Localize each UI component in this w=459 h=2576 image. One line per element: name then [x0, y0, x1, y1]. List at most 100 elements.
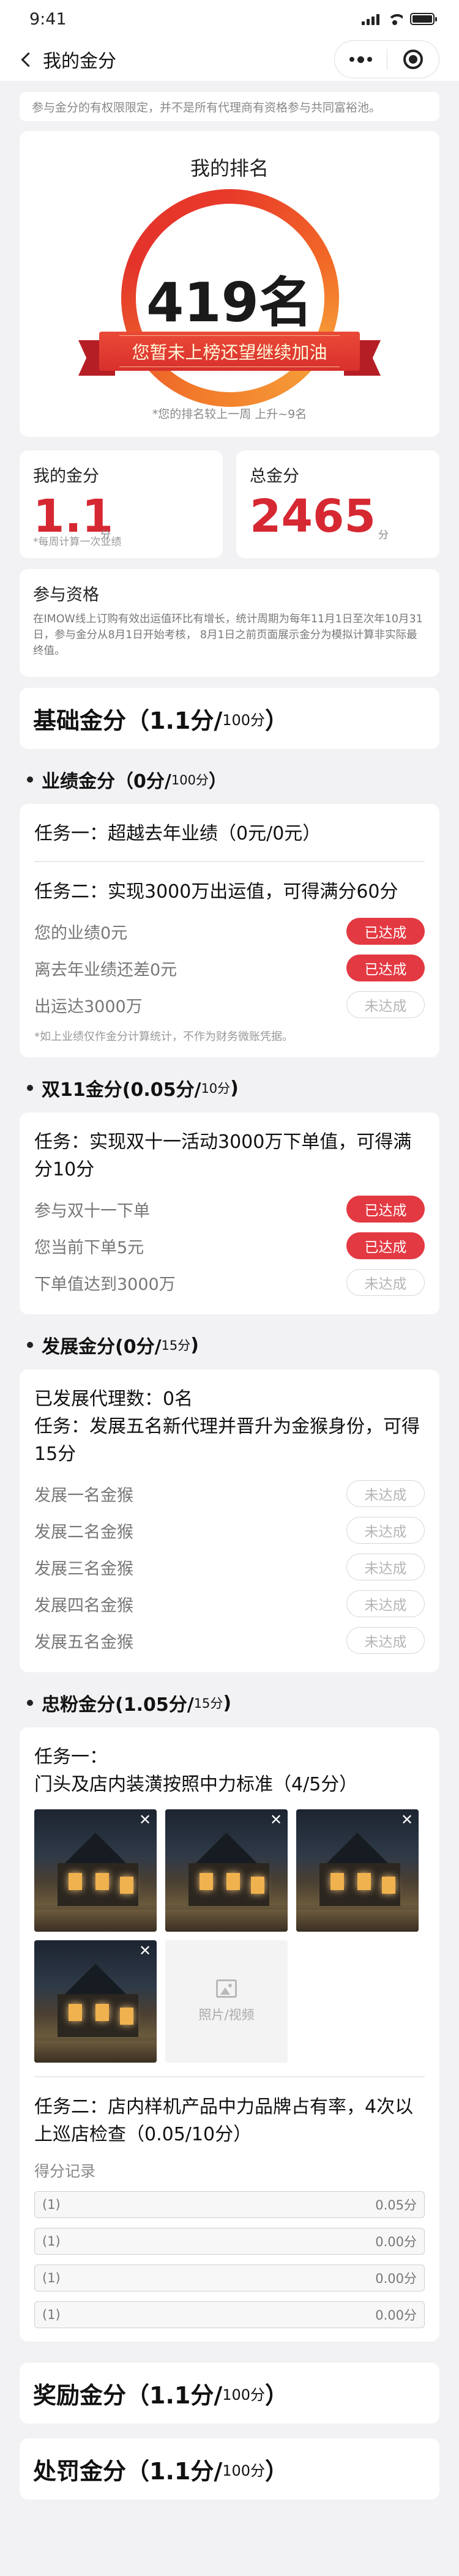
loyal-close: ) — [223, 1692, 232, 1714]
uploaded-photo[interactable]: ✕ — [296, 1809, 419, 1932]
status-pill-pending: 未达成 — [346, 1269, 425, 1296]
basic-score-total: 100分 — [222, 711, 266, 729]
ribbon-body: 您暂未上榜还望继续加油 — [99, 332, 360, 371]
photo-ground — [296, 1910, 419, 1932]
photo-roof — [192, 1833, 261, 1867]
photo-roof — [323, 1833, 392, 1867]
double11-close: ) — [230, 1077, 239, 1099]
notice-banner: 参与金分的有权限限定，并不是所有代理商有资格参与共同富裕池。 — [20, 92, 439, 121]
loyal-subheader: 忠粉金分(1.05分/ 15分 ) — [27, 1689, 439, 1716]
status-pill-achieved: 已达成 — [346, 1232, 425, 1259]
photo-roof — [61, 1833, 130, 1867]
status-row: 您当前下单5元 已达成 — [34, 1227, 425, 1264]
photo-window — [200, 1873, 213, 1890]
status-row: 发展一名金猴 未达成 — [34, 1475, 425, 1512]
bullet-icon — [27, 1700, 33, 1706]
nav-bar: 我的金分 — [0, 38, 459, 81]
status-row: 出运达3000万 未达成 — [34, 986, 425, 1023]
photo-window — [95, 2004, 109, 2021]
record-index: (1) — [42, 2234, 61, 2249]
status-time: 9:41 — [29, 9, 67, 29]
status-label: 您的业绩0元 — [34, 923, 128, 943]
my-score-label: 我的金分 — [33, 467, 99, 486]
back-arrow-icon[interactable] — [17, 51, 34, 68]
more-dots-icon[interactable] — [335, 56, 387, 63]
uploaded-photo[interactable]: ✕ — [34, 1809, 157, 1932]
status-pill-pending: 未达成 — [346, 1627, 425, 1654]
develop-task: 任务：发展五名新代理并晋升为金猴身份，可得15分 — [34, 1416, 420, 1465]
my-score-note: *每周计算一次业绩 — [33, 536, 122, 548]
photo-roof — [61, 1964, 130, 1998]
divider — [34, 861, 425, 862]
double11-total: 10分 — [201, 1081, 231, 1096]
photo-ground — [34, 1910, 157, 1932]
develop-subheader: 发展金分(0分/ 15分 ) — [27, 1331, 439, 1358]
basic-score-title: 基础金分 — [33, 707, 127, 734]
develop-title: 发展金分(0分/ — [42, 1336, 162, 1358]
close-icon[interactable]: ✕ — [399, 1812, 415, 1828]
loyal-card: 任务一： 门头及店内装潢按照中力标准（4/5分） ✕ ✕ ✕ ✕ 照片/视频 任… — [20, 1727, 439, 2342]
bullet-icon — [27, 1342, 33, 1348]
performance-title: 业绩金分（0分/ — [42, 771, 171, 792]
status-label: 发展一名金猴 — [34, 1486, 133, 1505]
status-row: 下单值达到3000万 未达成 — [34, 1264, 425, 1301]
status-pill-pending: 未达成 — [346, 991, 425, 1018]
status-row: 发展二名金猴 未达成 — [34, 1512, 425, 1549]
performance-subheader: 业绩金分（0分/ 100分 ） — [27, 766, 439, 793]
photo-ground — [165, 1910, 288, 1932]
nav-left: 我的金分 — [17, 46, 116, 73]
uploaded-photo[interactable]: ✕ — [165, 1809, 288, 1932]
status-label: 您当前下单5元 — [34, 1238, 144, 1257]
close-icon[interactable]: ✕ — [137, 1812, 153, 1828]
close-icon[interactable]: ✕ — [268, 1812, 284, 1828]
status-pill-achieved: 已达成 — [346, 918, 425, 945]
rank-ribbon: 您暂未上榜还望继续加油 — [78, 332, 381, 376]
reward-score-header[interactable]: 奖励金分 （1.1分/ 100分 ） — [20, 2362, 439, 2424]
status-row: 您的业绩0元 已达成 — [34, 913, 425, 950]
penalty-score-title: 处罚金分 — [33, 2457, 127, 2485]
total-score-value: 2465 — [250, 490, 376, 543]
rank-title: 我的排名 — [190, 157, 269, 180]
status-label: 下单值达到3000万 — [34, 1275, 176, 1294]
record-index: (1) — [42, 2271, 61, 2285]
loyal-task1-heading: 任务一： — [34, 1746, 108, 1768]
target-icon[interactable] — [387, 50, 439, 69]
status-label: 发展四名金猴 — [34, 1596, 133, 1615]
status-pill-achieved: 已达成 — [346, 955, 425, 981]
record-score: 0.00分 — [375, 2235, 417, 2249]
status-pill-pending: 未达成 — [346, 1480, 425, 1507]
basic-score-header[interactable]: 基础金分 （1.1分/ 100分 ） — [20, 688, 439, 749]
penalty-score-close: ） — [265, 2457, 289, 2485]
photo-window — [120, 1877, 133, 1894]
record-row: (1) 0.05分 — [34, 2191, 425, 2218]
bullet-icon — [27, 1085, 33, 1091]
rank-change-note: *您的排名较上一周 上升~9名 — [152, 408, 307, 421]
record-index: (1) — [42, 2197, 61, 2212]
status-pill-achieved: 已达成 — [346, 1196, 425, 1223]
status-label: 离去年业绩还差0元 — [34, 960, 177, 980]
upload-label: 照片/视频 — [198, 2008, 255, 2022]
upload-button[interactable]: 照片/视频 — [165, 1940, 288, 2063]
loyal-title: 忠粉金分(1.05分/ — [42, 1694, 194, 1716]
loyal-task1-text: 门头及店内装潢按照中力标准（4/5分） — [34, 1774, 358, 1795]
status-row: 发展三名金猴 未达成 — [34, 1549, 425, 1585]
status-row: 发展五名金猴 未达成 — [34, 1622, 425, 1659]
qualification-title: 参与资格 — [33, 586, 99, 605]
develop-count: 已发展代理数：0名 — [34, 1388, 193, 1410]
wifi-icon — [387, 13, 403, 25]
develop-card: 已发展代理数：0名 任务：发展五名新代理并晋升为金猴身份，可得15分 发展一名金… — [20, 1369, 439, 1672]
status-label: 发展二名金猴 — [34, 1522, 133, 1542]
photo-window — [226, 1873, 240, 1890]
photo-window — [120, 2008, 133, 2025]
penalty-score-header[interactable]: 处罚金分 （1.1分/ 100分 ） — [20, 2438, 439, 2500]
record-index: (1) — [42, 2307, 61, 2322]
penalty-score-total: 100分 — [222, 2462, 266, 2479]
status-row: 发展四名金猴 未达成 — [34, 1585, 425, 1622]
performance-card: 任务一：超越去年业绩（0元/0元） 任务二：实现3000万出运值，可得满分60分… — [20, 804, 439, 1057]
record-row: (1) 0.00分 — [34, 2228, 425, 2255]
performance-task1: 任务一：超越去年业绩（0元/0元） — [34, 823, 321, 844]
double11-title: 双11金分(0.05分/ — [42, 1079, 201, 1101]
uploaded-photo[interactable]: ✕ — [34, 1940, 157, 2063]
close-icon[interactable]: ✕ — [137, 1943, 153, 1959]
status-row: 离去年业绩还差0元 已达成 — [34, 950, 425, 986]
